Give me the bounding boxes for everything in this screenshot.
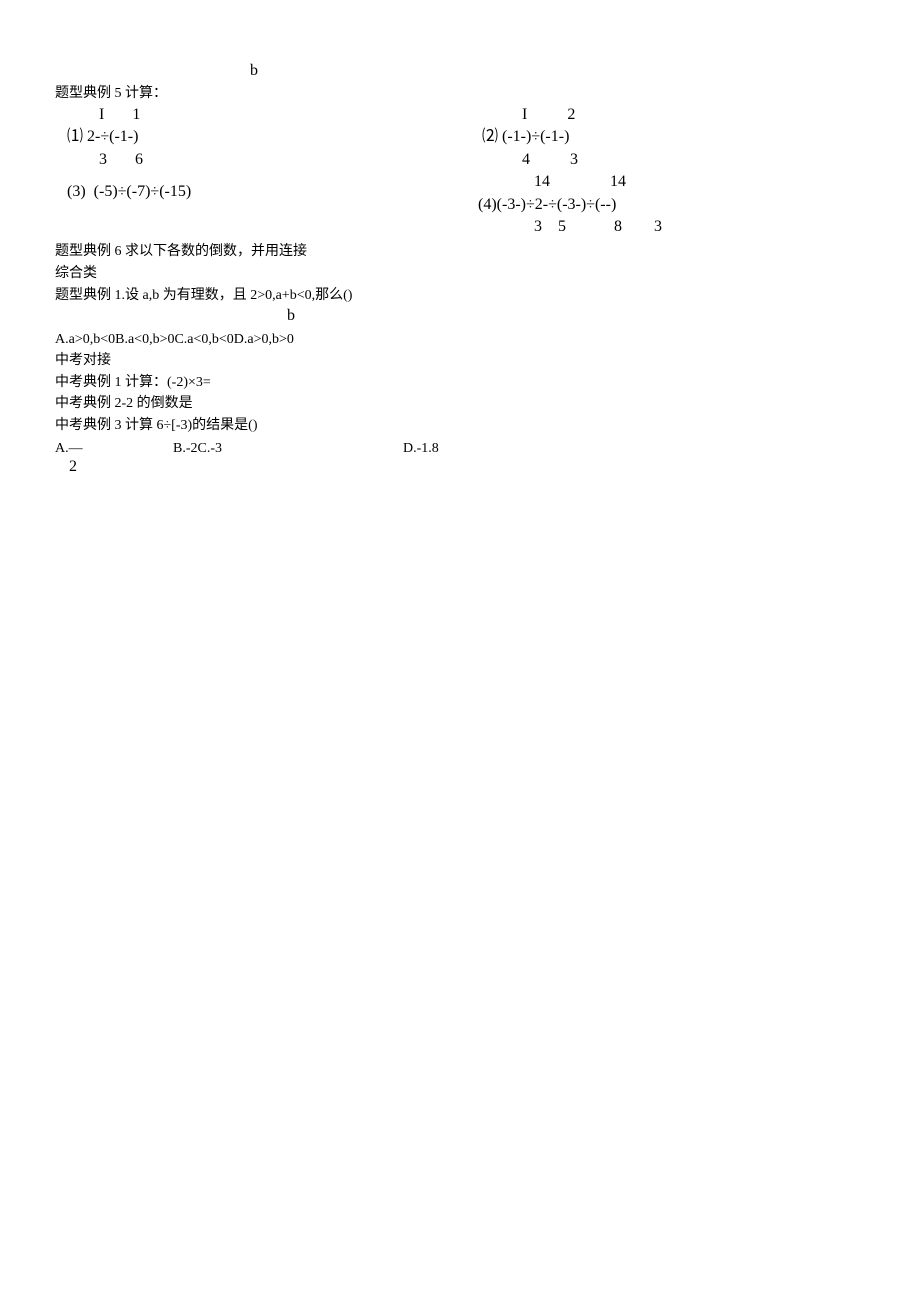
problem-4-line3: 3 5 8 3: [470, 216, 865, 238]
problems-row-1: I 1 ⑴ 2-÷(-1-) 3 6 I 2 ⑵ (-1-)÷(-1-) 4 3: [55, 104, 865, 171]
problem-2-line3: 4 3: [470, 149, 865, 171]
sub-b: b: [287, 305, 865, 327]
problem-1-line1: I 1: [55, 104, 470, 126]
zk-ex3: 中考典例 3 计算 6÷[-3)的结果是(): [55, 416, 865, 436]
option-b-c: B.-2C.-3: [173, 439, 403, 459]
problem-1-line3: 3 6: [55, 149, 470, 171]
tixing1-options: A.a>0,b<0B.a<0,b>0C.a<0,b<0D.a>0,b>0: [55, 330, 865, 350]
tixing1-line1: 题型典例 1.设 a,b 为有理数，且 2>0,a+b<0,那么(): [55, 286, 865, 306]
problem-3: (3) (-5)÷(-7)÷(-15): [55, 181, 470, 203]
option-a-frac: 2: [69, 459, 83, 475]
zk-ex3-options: A.— 2 B.-2C.-3 D.-1.8: [55, 439, 865, 475]
problem-4-line2: (4)(-3-)÷2-÷(-3-)÷(--): [470, 194, 865, 216]
problem-2-line2: ⑵ (-1-)÷(-1-): [470, 126, 865, 148]
zonghe-label: 综合类: [55, 264, 865, 284]
option-d: D.-1.8: [403, 439, 439, 459]
zk-ex2: 中考典例 2-2 的倒数是: [55, 394, 865, 414]
problem-2-line1: I 2: [470, 104, 865, 126]
problems-row-2: (3) (-5)÷(-7)÷(-15) 14 14 (4)(-3-)÷2-÷(-…: [55, 171, 865, 238]
tixing5-title: 题型典例 5 计算：: [55, 84, 865, 104]
option-a: A.—: [55, 441, 83, 456]
zhongkao-label: 中考对接: [55, 351, 865, 371]
zk-ex1: 中考典例 1 计算：(-2)×3=: [55, 373, 865, 393]
stray-b: b: [250, 60, 865, 82]
problem-4-line1: 14 14: [470, 171, 865, 193]
tixing6: 题型典例 6 求以下各数的倒数，并用连接: [55, 242, 865, 262]
problem-1-line2: ⑴ 2-÷(-1-): [55, 126, 470, 148]
